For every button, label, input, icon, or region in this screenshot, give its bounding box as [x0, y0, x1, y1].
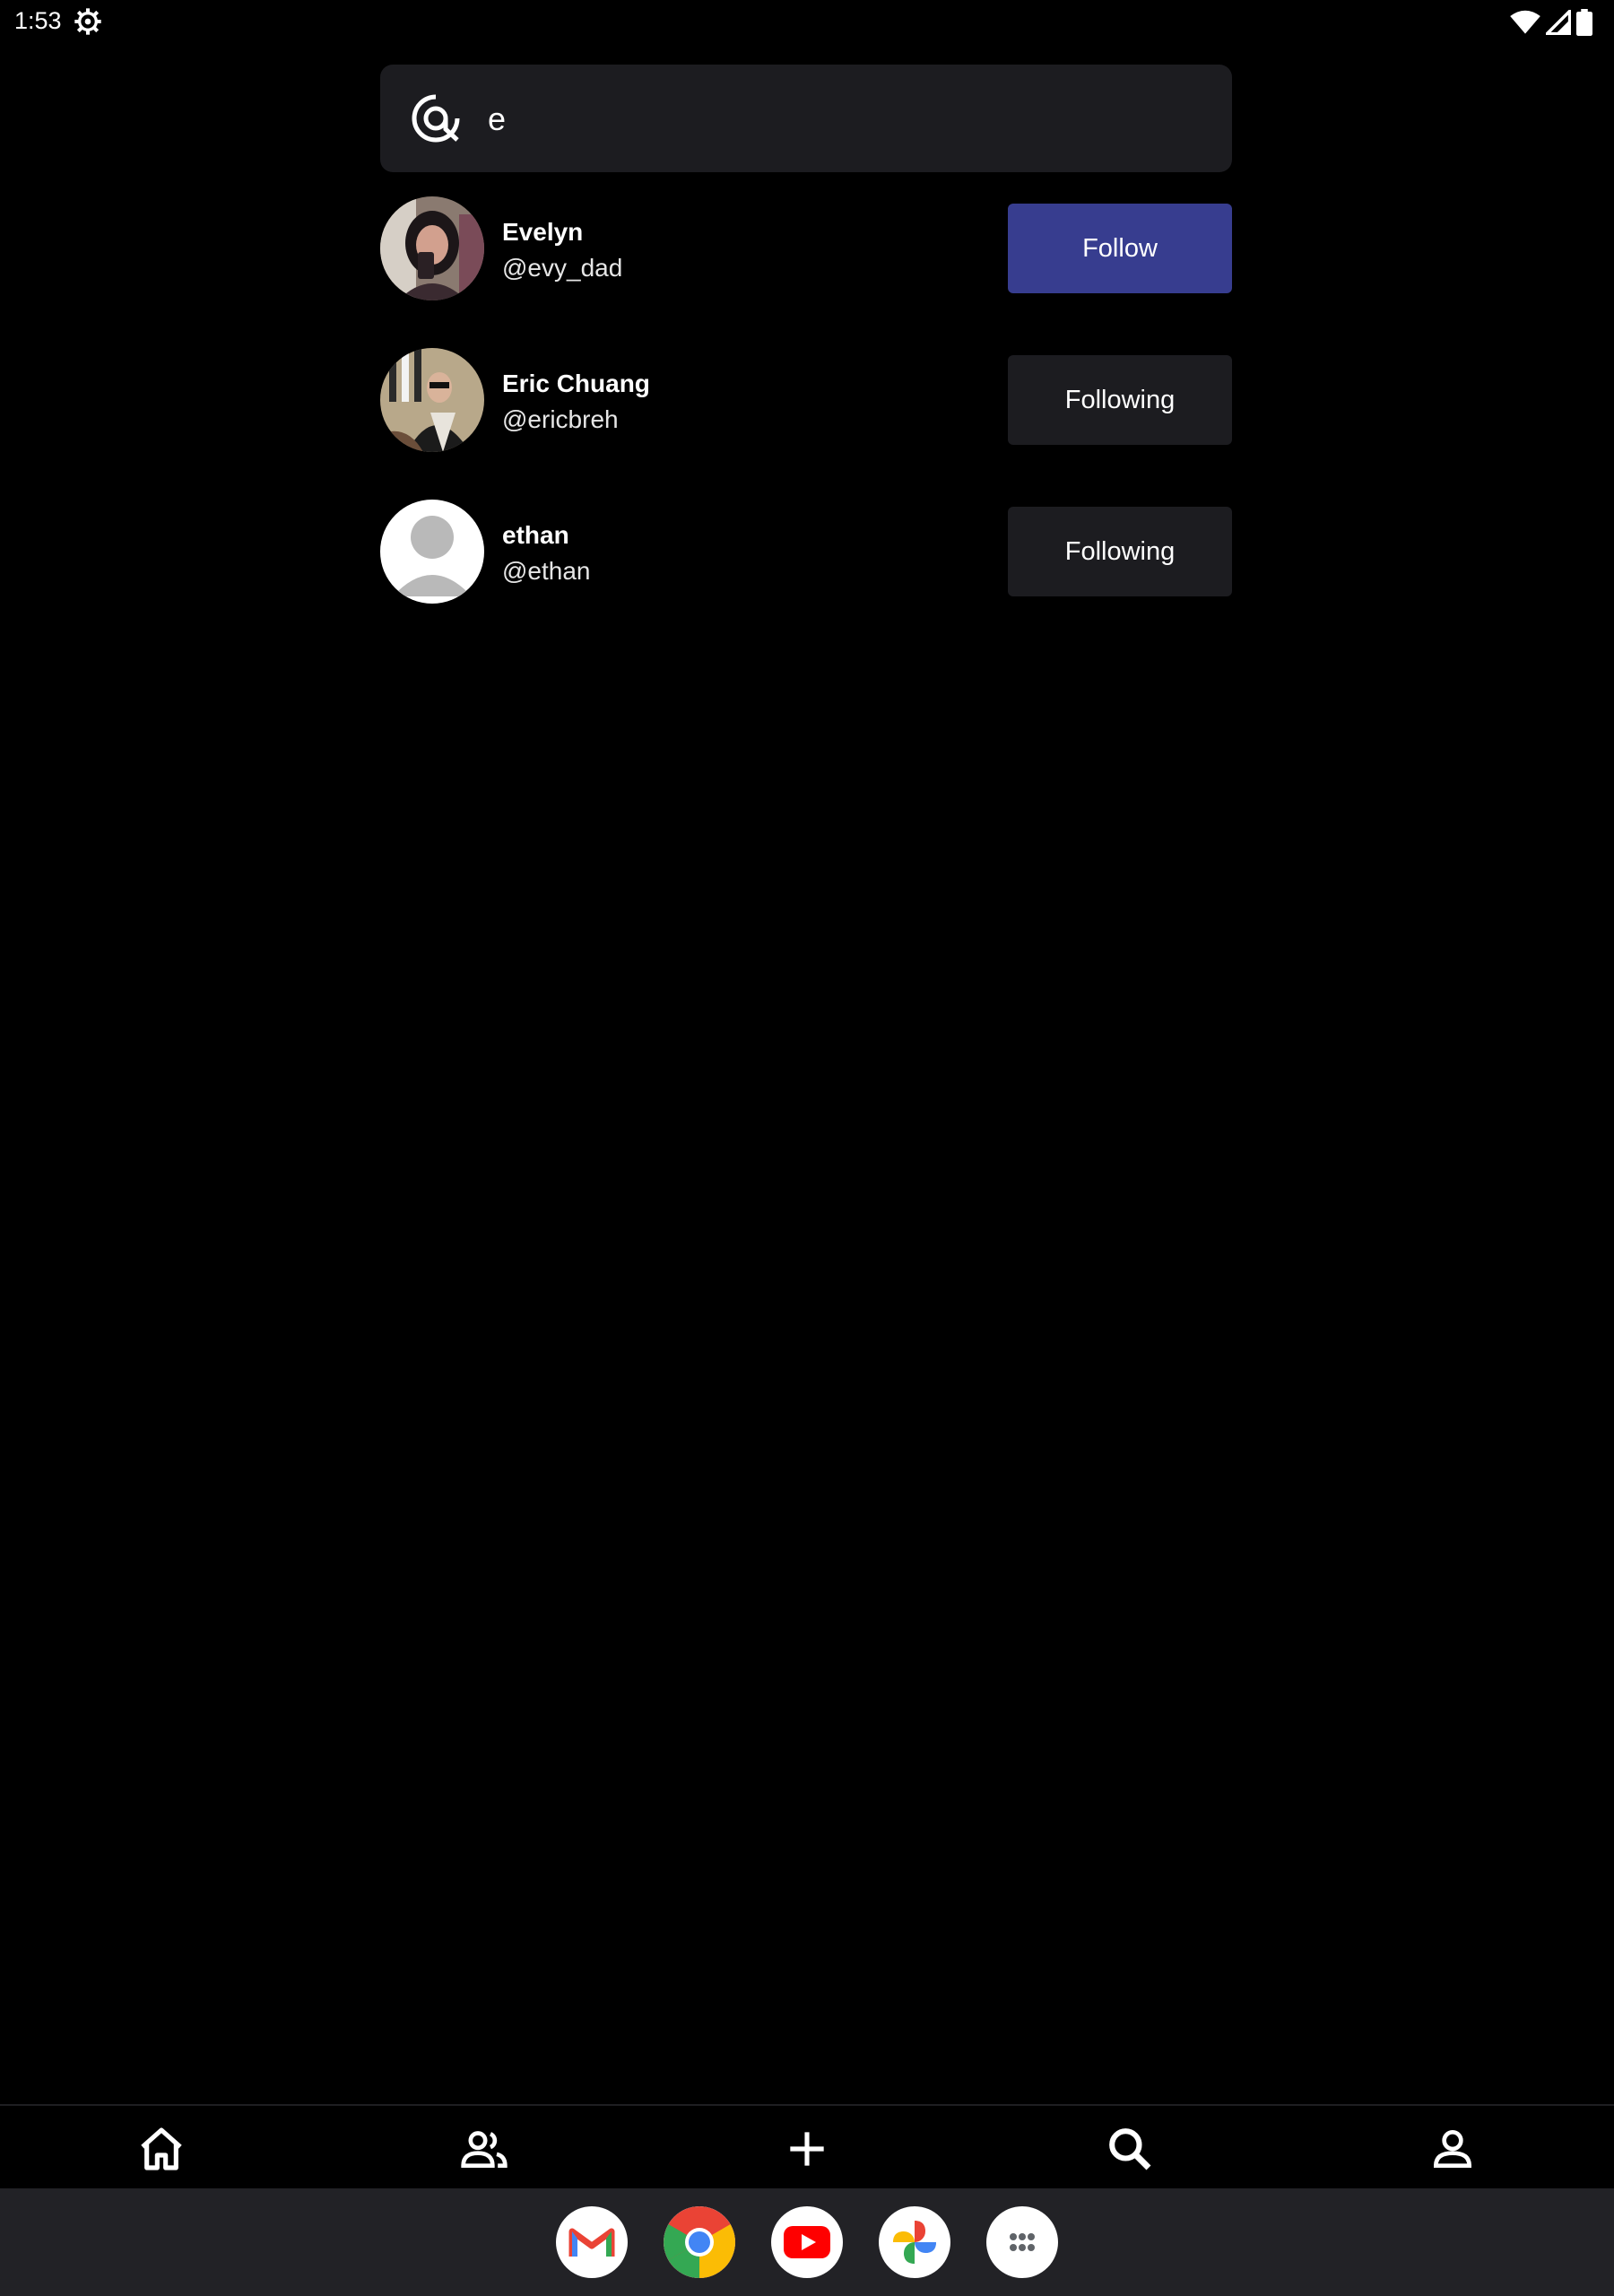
search-input[interactable]: [486, 86, 1207, 152]
status-icons: [1510, 9, 1592, 36]
status-bar: 1:53: [0, 0, 1614, 45]
wifi-icon: [1510, 10, 1540, 34]
chrome-icon[interactable]: [664, 2206, 735, 2278]
user-row[interactable]: ethan @ethan Following: [380, 500, 1232, 604]
avatar: [380, 196, 484, 300]
avatar: [380, 348, 484, 452]
follow-button[interactable]: Follow: [1008, 204, 1232, 293]
at-sign-search-icon: [412, 94, 460, 143]
add-icon[interactable]: [782, 2124, 832, 2174]
app-drawer-icon[interactable]: [986, 2206, 1058, 2278]
following-button[interactable]: Following: [1008, 355, 1232, 445]
following-button[interactable]: Following: [1008, 507, 1232, 596]
user-display-name: Eric Chuang: [502, 370, 650, 397]
user-row[interactable]: Eric Chuang @ericbreh Following: [380, 348, 1232, 452]
photos-icon[interactable]: [879, 2206, 950, 2278]
user-row[interactable]: Evelyn @evy_dad Follow: [380, 196, 1232, 300]
friends-icon[interactable]: [459, 2124, 509, 2174]
search-bar[interactable]: [380, 65, 1232, 172]
user-handle: @evy_dad: [502, 254, 623, 282]
bottom-navigation: [0, 2104, 1614, 2190]
app-dock: [0, 2188, 1614, 2296]
profile-icon[interactable]: [1427, 2124, 1478, 2174]
user-handle: @ericbreh: [502, 405, 619, 433]
status-time: 1:53: [14, 7, 62, 34]
user-display-name: ethan: [502, 521, 569, 549]
user-display-name: Evelyn: [502, 218, 584, 246]
settings-gear-icon: [74, 8, 101, 35]
gmail-icon[interactable]: [556, 2206, 628, 2278]
avatar: [380, 500, 484, 604]
youtube-icon[interactable]: [771, 2206, 843, 2278]
home-icon[interactable]: [136, 2124, 187, 2174]
search-icon[interactable]: [1105, 2124, 1155, 2174]
user-handle: @ethan: [502, 557, 591, 585]
battery-icon: [1576, 9, 1592, 36]
signal-icon: [1546, 10, 1571, 35]
